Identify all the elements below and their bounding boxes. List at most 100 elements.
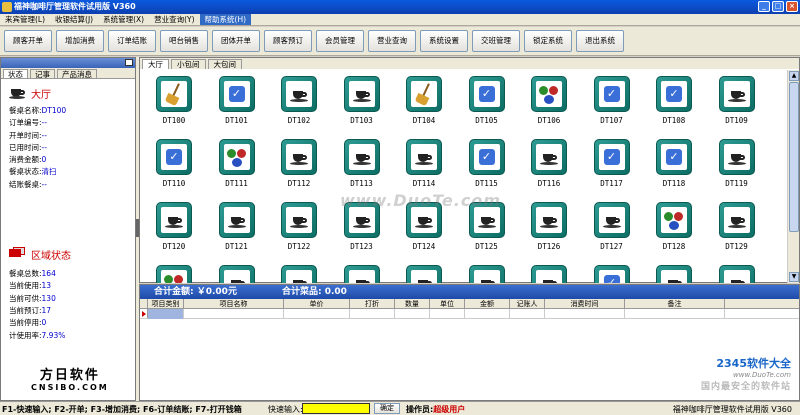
toolbar-button[interactable]: 系统设置	[420, 30, 468, 52]
table-cell[interactable]	[284, 309, 350, 319]
table-label: DT114	[412, 179, 436, 188]
table-row[interactable]	[140, 309, 799, 319]
tab-hall[interactable]: 大厅	[142, 59, 169, 69]
maximize-button[interactable]: □	[772, 1, 784, 12]
tab-status[interactable]: 状态	[3, 69, 28, 79]
table-tile[interactable]: DT121	[217, 202, 257, 258]
table-label: DT119	[725, 179, 748, 188]
table-tile[interactable]	[467, 265, 507, 283]
toolbar-button[interactable]: 吧台销售	[160, 30, 208, 52]
toolbar-button[interactable]: 顾客开单	[4, 30, 52, 52]
table-scrollbar[interactable]: ▲ ▼	[787, 70, 799, 283]
toolbar-button[interactable]: 交班管理	[472, 30, 520, 52]
table-tile[interactable]	[154, 265, 194, 283]
table-tile[interactable]: ✓ DT107	[592, 76, 632, 132]
table-tile[interactable]: DT113	[342, 139, 382, 195]
table-label: DT106	[537, 116, 561, 125]
menu-checkout[interactable]: 收银结算(J)	[50, 14, 98, 25]
tab-product-news[interactable]: 产品消息	[57, 69, 97, 79]
table-cell[interactable]	[510, 309, 545, 319]
column-header[interactable]: 单位	[430, 299, 465, 308]
table-tile[interactable]	[654, 265, 694, 283]
scroll-thumb[interactable]	[789, 82, 799, 232]
table-tile[interactable]: ✓	[592, 265, 632, 283]
toolbar-button[interactable]: 会员管理	[316, 30, 364, 52]
table-tile[interactable]: ✓ DT108	[654, 76, 694, 132]
toolbar-button[interactable]: 顾客预订	[264, 30, 312, 52]
table-tile[interactable]	[279, 265, 319, 283]
table-tile[interactable]	[529, 265, 569, 283]
table-tile[interactable]: ✓ DT105	[467, 76, 507, 132]
table-tile[interactable]: DT106	[529, 76, 569, 132]
column-header[interactable]: 单价	[284, 299, 350, 308]
column-header[interactable]: 打折	[350, 299, 395, 308]
menu-help[interactable]: 帮助系统(H)	[199, 14, 252, 25]
toolbar-button[interactable]: 团体开单	[212, 30, 260, 52]
table-tile[interactable]	[342, 265, 382, 283]
tab-large-room[interactable]: 大包间	[207, 59, 242, 69]
table-tile[interactable]: DT102	[279, 76, 319, 132]
table-tile[interactable]: DT129	[717, 202, 757, 258]
order-header: 项目类别 项目名称 单价 打折 数量 单位 金额 记账人 消费时间 备注	[140, 299, 799, 309]
table-tile[interactable]: ✓ DT115	[467, 139, 507, 195]
scroll-down-icon[interactable]: ▼	[789, 272, 799, 282]
column-header[interactable]: 金额	[465, 299, 510, 308]
toolbar-button[interactable]: 退出系统	[576, 30, 624, 52]
toolbar-button[interactable]: 锁定系统	[524, 30, 572, 52]
column-header[interactable]: 记账人	[510, 299, 545, 308]
toolbar-button[interactable]: 订单结账	[108, 30, 156, 52]
table-tile[interactable]: DT114	[404, 139, 444, 195]
table-tile[interactable]	[717, 265, 757, 283]
table-cell[interactable]	[148, 309, 184, 319]
column-header[interactable]: 项目类别	[148, 299, 184, 308]
table-tile[interactable]: DT116	[529, 139, 569, 195]
table-tile[interactable]: ✓ DT117	[592, 139, 632, 195]
table-cell[interactable]	[184, 309, 284, 319]
column-header[interactable]: 备注	[625, 299, 725, 308]
table-cell[interactable]	[430, 309, 465, 319]
menu-query[interactable]: 营业查询(Y)	[149, 14, 199, 25]
table-tile[interactable]: DT120	[154, 202, 194, 258]
minimize-button[interactable]: _	[758, 1, 770, 12]
tab-notes[interactable]: 记事	[30, 69, 55, 79]
table-tile[interactable]: DT103	[342, 76, 382, 132]
table-tile[interactable]: DT125	[467, 202, 507, 258]
table-cell[interactable]	[395, 309, 430, 319]
tab-small-room[interactable]: 小包间	[171, 59, 206, 69]
toolbar-button[interactable]: 营业查询	[368, 30, 416, 52]
pin-icon[interactable]	[125, 59, 133, 66]
table-tile[interactable]: DT104	[404, 76, 444, 132]
table-tile[interactable]: DT112	[279, 139, 319, 195]
site-watermark: 2345软件大全 www.DuoTe.com 国内最安全的软件站	[700, 357, 791, 392]
column-header[interactable]: 项目名称	[184, 299, 284, 308]
table-tile[interactable]: ✓ DT110	[154, 139, 194, 195]
table-tile[interactable]: DT124	[404, 202, 444, 258]
table-tile[interactable]: DT100	[154, 76, 194, 132]
menu-guest[interactable]: 来宾管理(L)	[0, 14, 50, 25]
table-tile[interactable]: DT119	[717, 139, 757, 195]
table-tile[interactable]: DT126	[529, 202, 569, 258]
toolbar-button[interactable]: 增加消费	[56, 30, 104, 52]
quick-input[interactable]	[302, 403, 370, 414]
table-cell[interactable]	[350, 309, 395, 319]
table-tile[interactable]: DT109	[717, 76, 757, 132]
table-cell[interactable]	[465, 309, 510, 319]
people-icon	[661, 207, 687, 233]
table-tile[interactable]: DT128	[654, 202, 694, 258]
close-button[interactable]: ×	[786, 1, 798, 12]
scroll-up-icon[interactable]: ▲	[789, 71, 799, 81]
table-tile[interactable]: ✓ DT101	[217, 76, 257, 132]
confirm-button[interactable]: 确定	[374, 403, 400, 414]
table-tile[interactable]	[404, 265, 444, 283]
column-header[interactable]: 消费时间	[545, 299, 625, 308]
table-tile[interactable]: DT122	[279, 202, 319, 258]
table-cell[interactable]	[545, 309, 625, 319]
column-header[interactable]: 数量	[395, 299, 430, 308]
table-tile[interactable]: DT123	[342, 202, 382, 258]
table-tile[interactable]: ✓ DT118	[654, 139, 694, 195]
table-tile[interactable]: DT111	[217, 139, 257, 195]
menu-system[interactable]: 系统管理(X)	[98, 14, 149, 25]
table-tile[interactable]: DT127	[592, 202, 632, 258]
table-tile[interactable]	[217, 265, 257, 283]
table-cell[interactable]	[625, 309, 725, 319]
